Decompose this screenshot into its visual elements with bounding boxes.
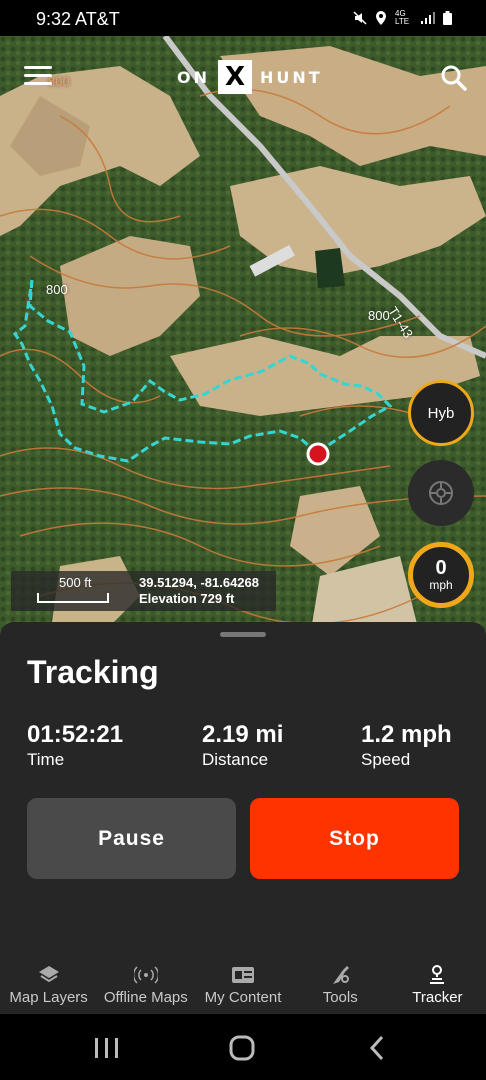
tracker-icon [430,965,445,984]
tracker-title: Tracking [27,654,159,690]
map-view[interactable]: 800 800 800 T1-43 Hyb 0 mph 500 ft 39.51… [0,36,486,636]
crosshair-icon [429,481,453,505]
speed-unit: mph [429,578,453,592]
layers-icon [38,966,59,983]
contour-label-2: 800 [46,282,68,297]
logo-right: HUNT [260,67,323,87]
menu-icon [24,66,52,69]
tools-icon [333,966,350,984]
sheet-handle[interactable] [220,632,266,637]
status-time: 9:32 AT&T [36,9,120,29]
tracker-sheet: Tracking 01:52:21 Time 2.19 mi Distance … [0,622,486,962]
search-icon [441,65,467,91]
bottom-nav: Map Layers Offline Maps My Content Tools… [0,962,486,1014]
nav-map-layers[interactable]: Map Layers [0,962,97,1014]
elevation: Elevation 729 ft [139,591,235,606]
distance-label: Distance [202,750,269,769]
recents-button[interactable] [92,1034,122,1062]
app-logo: ON X HUNT [177,60,323,94]
layer-toggle-button[interactable]: Hyb [408,380,474,446]
coordinates-readout: 39.51294, -81.64268 Elevation 729 ft [139,575,259,607]
nav-label-map-layers: Map Layers [9,989,88,1006]
signal-icon [421,12,435,24]
home-icon [229,1035,255,1061]
speed-value: 0 [435,557,447,579]
stat-time: 01:52:21 Time [27,720,123,770]
nav-label-tracker: Tracker [412,989,463,1006]
stat-speed: 1.2 mph Speed [361,720,452,770]
status-bar: 9:32 AT&T 4G LTE [0,0,486,36]
home-button[interactable] [227,1034,257,1062]
network-label: 4G LTE [395,9,410,26]
pause-button[interactable]: Pause [27,798,236,879]
logo-mark: X [218,60,252,94]
back-icon [369,1035,384,1061]
content-icon [232,967,254,983]
locate-button[interactable] [408,460,474,526]
mute-icon [353,11,367,25]
battery-icon [443,11,452,25]
menu-button[interactable] [24,66,52,88]
nav-my-content[interactable]: My Content [194,962,291,1014]
speed-stat-value: 1.2 mph [361,721,452,748]
logo-left: ON [177,67,210,87]
time-label: Time [27,750,65,769]
nav-tracker[interactable]: Tracker [389,962,486,1014]
stat-distance: 2.19 mi Distance [202,720,283,770]
current-position-marker [306,442,330,466]
scale-bar [37,593,109,603]
time-value: 01:52:21 [27,721,124,748]
coordinates: 39.51294, -81.64268 [139,575,259,590]
speed-indicator[interactable]: 0 mph [408,542,474,608]
distance-value: 2.19 mi [202,721,284,748]
top-bar: ON X HUNT [0,36,486,120]
recents-icon [95,1038,118,1058]
status-icons: 4G LTE [353,10,452,26]
map-info-box: 500 ft 39.51294, -81.64268 Elevation 729… [11,571,276,611]
speed-stat-label: Speed [361,750,411,769]
nav-offline-maps[interactable]: Offline Maps [97,962,194,1014]
nav-tools[interactable]: Tools [292,962,389,1014]
nav-label-my-content: My Content [204,989,282,1006]
back-button[interactable] [364,1034,394,1062]
terrain-map[interactable] [0,36,486,636]
scale-label: 500 ft [59,575,92,590]
location-icon [376,11,386,25]
nav-label-offline-maps: Offline Maps [103,989,188,1006]
system-nav-bar [0,1014,486,1080]
offline-icon [133,966,158,984]
search-button[interactable] [440,64,468,92]
nav-label-tools: Tools [322,989,358,1006]
stop-button[interactable]: Stop [250,798,459,879]
